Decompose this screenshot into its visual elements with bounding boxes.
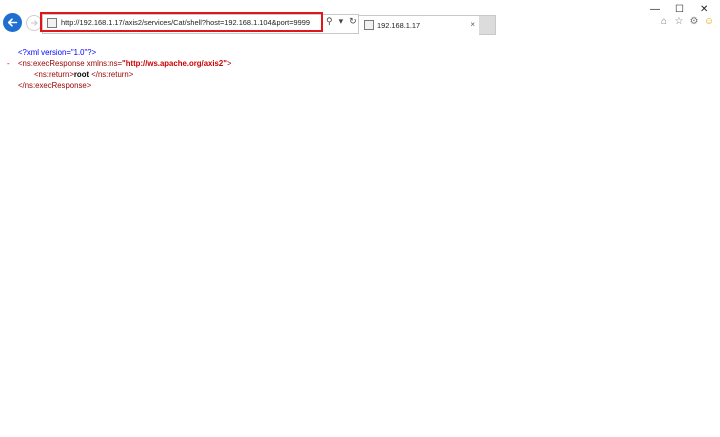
minimize-button[interactable]: — [650,4,660,15]
xml-root-close-line: </ns:execResponse> [0,80,231,91]
xml-open-tag: <ns:execResponse [18,59,87,68]
tab-favicon-icon [364,20,374,30]
new-tab-button[interactable] [479,15,496,35]
xml-attr-value: "http://ws.apache.org/axis2" [122,59,227,68]
gear-icon[interactable]: ⚙ [689,16,699,27]
back-button[interactable] [3,13,22,32]
maximize-button[interactable]: ☐ [675,4,684,15]
browser-toolbar: http://192.168.1.17/axis2/services/Cat/s… [0,0,720,36]
tab-current[interactable]: 192.168.1.17 × [358,15,481,34]
xml-return-close: </ns:return> [91,70,134,79]
smiley-feedback-icon[interactable]: ☺ [704,16,714,27]
xml-return-open: <ns:return> [34,70,74,79]
xml-root-open-line: - <ns:execResponse xmlns:ns="http://ws.a… [0,58,231,69]
xml-open-tag-end: > [226,59,232,68]
refresh-icon[interactable]: ↻ [349,16,357,27]
xml-return-line: <ns:return>root </ns:return> [0,69,231,80]
xml-return-value: root [73,70,92,79]
xml-declaration-line: <?xml version="1.0"?> [0,47,231,58]
arrow-right-icon [31,20,38,26]
xml-close-tag: </ns:execResponse> [18,81,92,90]
close-window-button[interactable]: ✕ [700,4,708,15]
home-icon[interactable]: ⌂ [659,16,669,27]
arrow-left-icon [7,18,18,27]
xml-attr-name: xmlns:ns= [86,59,123,68]
search-icon[interactable]: ⚲ [326,16,333,27]
tab-close-button[interactable]: × [470,20,475,29]
chevron-down-icon[interactable]: ▾ [339,16,344,27]
xml-declaration: <?xml version="1.0"?> [18,48,97,57]
collapse-toggle[interactable]: - [7,58,10,69]
tab-title: 192.168.1.17 [377,21,421,30]
xml-document: <?xml version="1.0"?> - <ns:execResponse… [0,47,231,91]
address-actions: ⚲ ▾ ↻ [326,16,357,27]
browser-actions: ⌂ ☆ ⚙ ☺ [659,16,714,27]
url-highlight-box [40,12,323,32]
favorites-star-icon[interactable]: ☆ [674,16,684,27]
